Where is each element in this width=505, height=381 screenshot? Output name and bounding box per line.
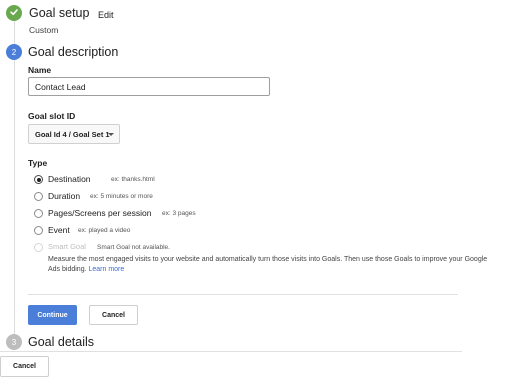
goal-slot-label: Goal slot ID <box>28 111 76 121</box>
check-icon <box>9 4 19 22</box>
event-hint: ex: played a video <box>78 227 131 234</box>
divider <box>28 294 458 295</box>
radio-destination[interactable] <box>34 175 43 184</box>
goal-slot-dropdown[interactable]: Goal Id 4 / Goal Set 1 <box>28 124 120 144</box>
pages-per-session-label[interactable]: Pages/Screens per session <box>48 208 151 218</box>
edit-goal-setup-link[interactable]: Edit <box>98 10 114 20</box>
radio-pages-per-session[interactable] <box>34 209 43 218</box>
step-number-badge: 3 <box>6 334 22 350</box>
goal-name-input[interactable] <box>28 77 270 96</box>
radio-event[interactable] <box>34 226 43 235</box>
duration-hint: ex: 5 minutes or more <box>90 193 153 200</box>
goal-setup-summary: Custom <box>29 25 59 35</box>
step-complete-indicator <box>6 5 22 21</box>
pages-per-session-hint: ex: 3 pages <box>162 210 196 217</box>
chevron-down-icon <box>108 133 114 136</box>
name-label: Name <box>28 65 52 75</box>
step-title-goal-setup: Goal setup <box>29 6 90 20</box>
stepper-line <box>14 60 15 334</box>
destination-hint: ex: thanks.html <box>111 176 155 183</box>
step-title-goal-details: Goal details <box>28 335 95 349</box>
destination-label[interactable]: Destination <box>48 174 91 184</box>
cancel-goal-button[interactable]: Cancel <box>0 356 49 377</box>
duration-label[interactable]: Duration <box>48 191 80 201</box>
smart-goal-label: Smart Goal <box>48 242 86 251</box>
radio-duration[interactable] <box>34 192 43 201</box>
learn-more-link[interactable]: Learn more <box>88 266 124 273</box>
step-title-goal-description: Goal description <box>28 45 119 59</box>
goal-slot-value: Goal Id 4 / Goal Set 1 <box>35 129 110 139</box>
continue-button[interactable]: Continue <box>28 305 77 325</box>
step-number-badge: 2 <box>6 44 22 60</box>
stepper-line <box>14 21 15 44</box>
smart-goal-description: Measure the most engaged visits to your … <box>48 256 488 273</box>
smart-goal-hint: Smart Goal not available. <box>97 244 170 251</box>
type-label: Type <box>28 158 48 168</box>
divider <box>0 351 462 352</box>
radio-smart-goal <box>34 243 43 252</box>
event-label[interactable]: Event <box>48 225 70 235</box>
cancel-button[interactable]: Cancel <box>89 305 138 325</box>
